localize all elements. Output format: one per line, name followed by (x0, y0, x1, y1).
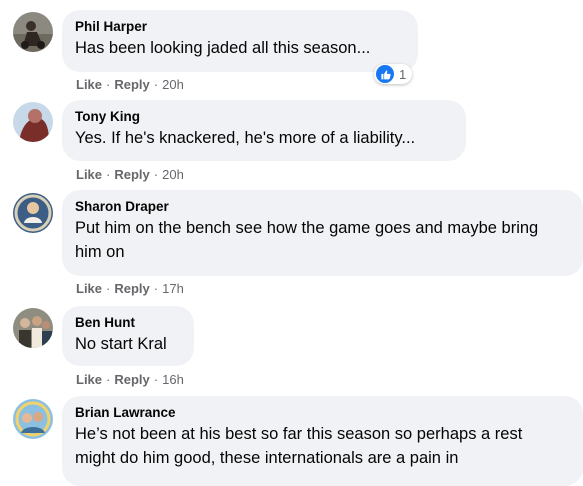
comment-timestamp[interactable]: 16h (162, 372, 184, 387)
comment-timestamp[interactable]: 20h (162, 167, 184, 182)
avatar[interactable] (13, 193, 53, 233)
like-button[interactable]: Like (76, 167, 102, 182)
comment-text: Has been looking jaded all this season..… (75, 39, 371, 57)
comment-actions: Like · Reply · 17h (76, 281, 184, 296)
comment-text: Yes. If he's knackered, he's more of a l… (75, 129, 416, 147)
avatar-image (13, 193, 53, 233)
comment-actions: Like · Reply · 16h (76, 372, 184, 387)
comment-author[interactable]: Sharon Draper (75, 198, 571, 216)
avatar-image (13, 12, 53, 52)
reply-button[interactable]: Reply (114, 281, 149, 296)
comment-author[interactable]: Phil Harper (75, 18, 406, 36)
comment-bubble: Tony King Yes. If he's knackered, he's m… (62, 100, 466, 161)
like-button[interactable]: Like (76, 77, 102, 92)
comment-actions: Like · Reply · 20h (76, 77, 184, 92)
avatar-image (13, 102, 53, 142)
like-button[interactable]: Like (76, 281, 102, 296)
comment-timestamp[interactable]: 17h (162, 281, 184, 296)
reaction-count: 1 (399, 66, 407, 82)
reply-button[interactable]: Reply (114, 372, 149, 387)
comment-author[interactable]: Brian Lawrance (75, 404, 571, 422)
avatar[interactable] (13, 102, 53, 142)
comment-bubble: Sharon Draper Put him on the bench see h… (62, 190, 583, 276)
avatar-image (13, 399, 53, 439)
avatar[interactable] (13, 12, 53, 52)
comment-actions: Like · Reply · 20h (76, 167, 184, 182)
comment-author[interactable]: Tony King (75, 108, 454, 126)
comment-timestamp[interactable]: 20h (162, 77, 184, 92)
comment-bubble: Phil Harper Has been looking jaded all t… (62, 10, 418, 72)
comment-text: He’s not been at his best so far this se… (75, 425, 523, 467)
comment-bubble: Brian Lawrance He’s not been at his best… (62, 396, 583, 486)
comment-text: Put him on the bench see how the game go… (75, 219, 539, 261)
avatar[interactable] (13, 308, 53, 348)
reaction-summary[interactable]: 1 (374, 64, 413, 84)
avatar[interactable] (13, 399, 53, 439)
avatar-image (13, 308, 53, 348)
thumbs-up-icon (376, 65, 394, 83)
like-button[interactable]: Like (76, 372, 102, 387)
reply-button[interactable]: Reply (114, 167, 149, 182)
comment-author[interactable]: Ben Hunt (75, 314, 182, 332)
reply-button[interactable]: Reply (114, 77, 149, 92)
comment-bubble: Ben Hunt No start Kral (62, 306, 194, 366)
comment-text: No start Kral (75, 335, 167, 353)
